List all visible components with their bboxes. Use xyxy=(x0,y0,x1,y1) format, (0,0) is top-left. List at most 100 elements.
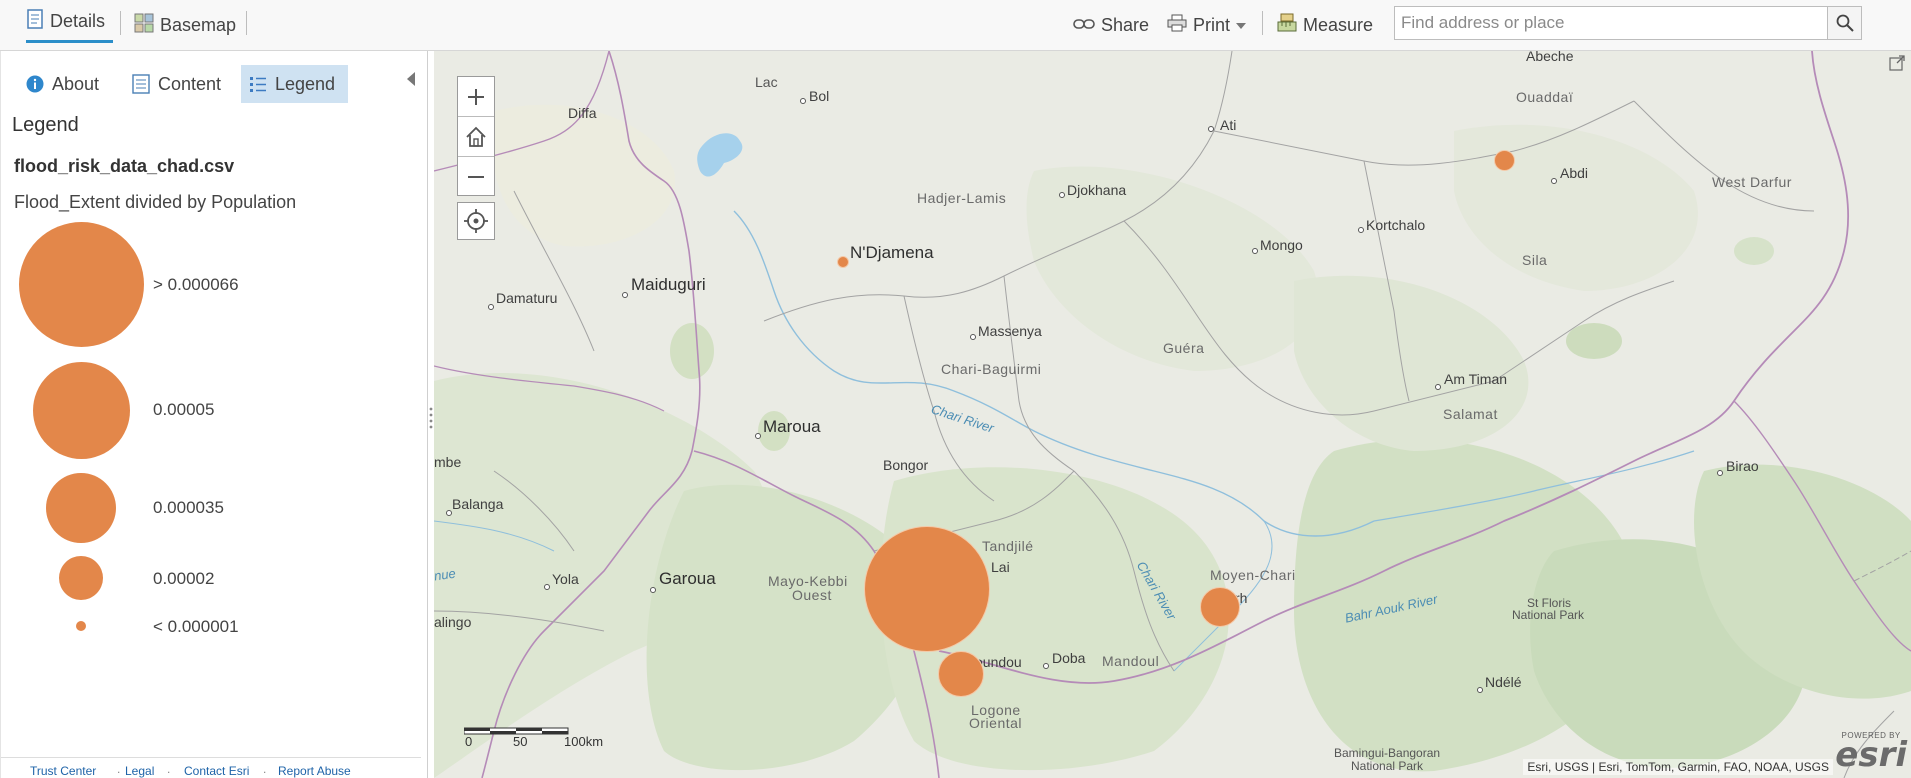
map-label: Birao xyxy=(1726,458,1759,474)
expand-map-icon[interactable] xyxy=(1889,55,1905,76)
measure-button[interactable]: Measure xyxy=(1277,0,1373,51)
tab-legend-label: Legend xyxy=(275,73,336,94)
flood-risk-point[interactable] xyxy=(1494,150,1515,171)
tab-about-label: About xyxy=(52,73,100,94)
chevron-down-icon xyxy=(1236,22,1247,29)
map-label: Salamat xyxy=(1443,406,1498,422)
map-label: Yola xyxy=(552,571,579,587)
zoom-out-button[interactable] xyxy=(458,157,494,197)
map-label: Djokhana xyxy=(1067,182,1127,198)
footer-link-report-abuse[interactable]: Report Abuse xyxy=(278,764,351,778)
legend-symbol-circle xyxy=(59,556,103,600)
scale-label: 0 xyxy=(465,734,473,749)
measure-ruler-icon xyxy=(1277,13,1297,38)
city-marker xyxy=(1059,192,1065,198)
search-icon xyxy=(1836,14,1854,32)
map-label: Ouaddaï xyxy=(1516,89,1574,105)
map-label: National Park xyxy=(1351,759,1424,773)
tab-content[interactable]: Content xyxy=(124,65,229,103)
map-label: Kortchalo xyxy=(1366,217,1426,233)
map-label: Oriental xyxy=(969,715,1023,731)
map-label: Ndélé xyxy=(1485,674,1522,690)
footer-link-trust-center[interactable]: Trust Center xyxy=(30,764,96,778)
flood-risk-point[interactable] xyxy=(1200,587,1240,627)
map-label: Ati xyxy=(1220,117,1237,133)
flood-risk-point[interactable] xyxy=(938,651,984,697)
flood-risk-point[interactable] xyxy=(837,256,849,268)
city-marker xyxy=(1477,687,1483,693)
details-icon xyxy=(26,8,44,34)
city-marker xyxy=(1252,248,1258,254)
tab-legend[interactable]: Legend xyxy=(241,65,348,103)
footer-link-legal[interactable]: Legal xyxy=(125,764,154,778)
map-attribution: Esri, USGS | Esri, TomTom, Garmin, FAO, … xyxy=(1523,759,1833,775)
details-button[interactable]: Details xyxy=(26,2,114,43)
map-label: alingo xyxy=(434,614,472,630)
basemap-button[interactable]: Basemap xyxy=(134,0,236,51)
tab-about[interactable]: About xyxy=(18,65,107,103)
map-label: Bongor xyxy=(883,457,929,473)
share-button[interactable]: Share xyxy=(1073,0,1149,51)
map-label: Mandoul xyxy=(1102,653,1160,669)
map-label: Lai xyxy=(991,559,1010,575)
map-label: Maiduguri xyxy=(631,275,706,294)
map-label: National Park xyxy=(1512,608,1585,622)
map-label: Garoua xyxy=(659,569,716,588)
map-label: Mongo xyxy=(1260,237,1303,253)
legend-label: < 0.000001 xyxy=(153,617,239,636)
print-button[interactable]: Print xyxy=(1167,0,1247,51)
footer-link-contact-esri[interactable]: Contact Esri xyxy=(184,764,249,778)
home-button[interactable] xyxy=(458,117,494,157)
footer-separator: . xyxy=(167,762,171,776)
city-marker xyxy=(755,433,761,439)
basemap-terrain xyxy=(434,51,1911,778)
top-toolbar: Details Basemap Share Print Measure xyxy=(0,0,1911,51)
map-label: Damaturu xyxy=(496,290,558,306)
measure-label: Measure xyxy=(1303,15,1374,35)
layer-name: flood_risk_data_chad.csv xyxy=(14,156,235,176)
map-label: Sila xyxy=(1522,252,1548,268)
legend-heading: Legend xyxy=(12,114,79,136)
legend-list-icon xyxy=(249,75,267,93)
map-label: Bamingui-Bangoran xyxy=(1334,746,1441,760)
minus-icon xyxy=(466,167,486,187)
map-label: West Darfur xyxy=(1712,174,1792,190)
map-label: Doba xyxy=(1052,650,1086,666)
crosshair-icon xyxy=(464,209,488,233)
zoom-in-button[interactable] xyxy=(458,77,494,117)
search-box xyxy=(1394,6,1862,40)
toolbar-divider xyxy=(246,11,247,35)
city-marker xyxy=(1208,126,1214,132)
map-label: Moyen-Chari xyxy=(1210,567,1296,583)
details-label: Details xyxy=(50,10,106,31)
scale-label: 100km xyxy=(564,734,604,749)
city-marker xyxy=(488,304,494,310)
collapse-panel-icon[interactable] xyxy=(405,70,419,90)
map-label: Chari-Baguirmi xyxy=(941,361,1042,377)
esri-logo: POWERED BY esri xyxy=(1835,731,1907,772)
map-label: Guéra xyxy=(1163,340,1205,356)
drag-handle-icon[interactable] xyxy=(429,405,433,433)
legend-label: 0.000035 xyxy=(153,498,224,517)
link-icon xyxy=(1073,15,1095,36)
map-label: Ouest xyxy=(792,587,832,603)
search-input[interactable] xyxy=(1395,7,1827,39)
search-button[interactable] xyxy=(1827,7,1861,39)
city-marker xyxy=(622,292,628,298)
footer-separator: . xyxy=(263,762,267,776)
map-label: Tandjilé xyxy=(982,538,1034,554)
map-label: Lac xyxy=(755,74,778,90)
map-label: Balanga xyxy=(452,496,504,512)
map-label: mbe xyxy=(434,454,462,470)
map-label: Maroua xyxy=(763,417,821,436)
locate-button[interactable] xyxy=(457,202,495,240)
city-marker xyxy=(970,334,976,340)
scale-label: 50 xyxy=(513,734,528,749)
city-marker xyxy=(544,584,550,590)
flood-risk-point[interactable] xyxy=(864,526,990,652)
city-marker xyxy=(800,98,806,104)
map-label: Hadjer-Lamis xyxy=(917,190,1007,206)
map-view[interactable]: Abeche Ouaddaï Lac Bol Diffa Ati Abdi We… xyxy=(434,51,1911,778)
legend-label: 0.00005 xyxy=(153,400,215,419)
city-marker xyxy=(1435,384,1441,390)
